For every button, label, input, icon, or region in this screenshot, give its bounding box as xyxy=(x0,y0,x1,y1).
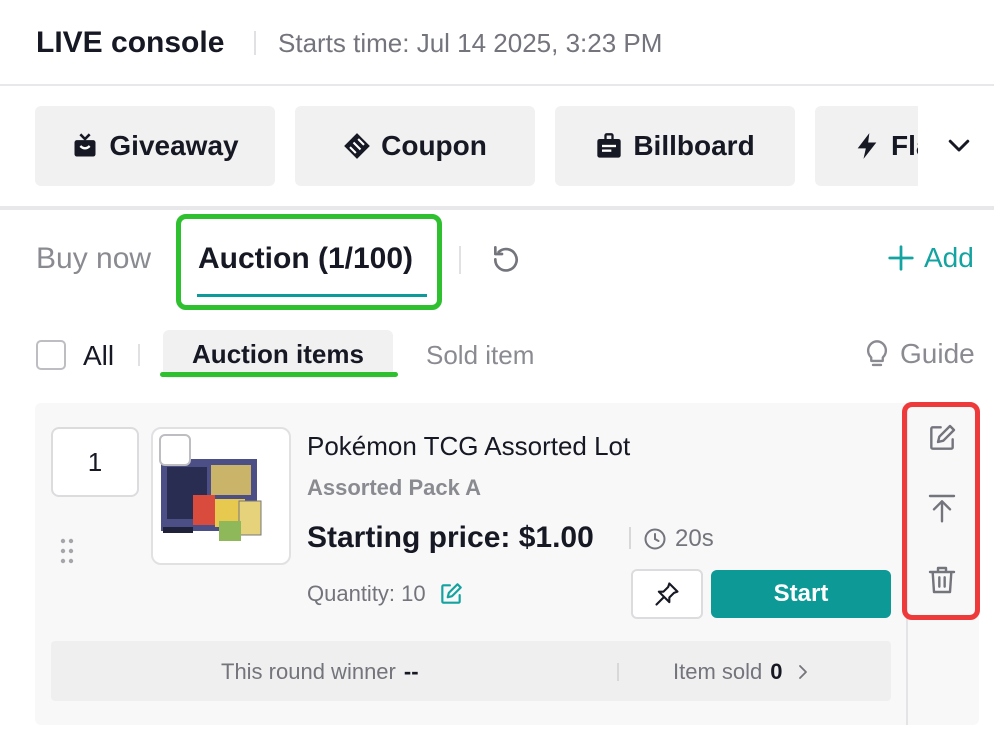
add-label: Add xyxy=(924,242,974,273)
items-sold-label: Item sold xyxy=(673,659,763,684)
select-all-label: All xyxy=(83,340,115,371)
billboard-icon xyxy=(597,133,621,158)
product-tabs: Buy now Auction (1/100) Add xyxy=(0,210,994,310)
highlight-box-auction xyxy=(176,214,442,310)
items-sold-value: 0 xyxy=(770,659,783,684)
chevron-right-icon xyxy=(798,665,807,679)
drag-handle-icon[interactable] xyxy=(59,537,75,565)
tab-buy-now[interactable]: Buy now xyxy=(36,242,151,276)
refresh-icon[interactable] xyxy=(490,242,522,274)
coupon-label: Coupon xyxy=(381,130,487,161)
tab-divider xyxy=(459,246,461,274)
ticket-icon xyxy=(344,133,370,159)
pin-button[interactable] xyxy=(631,569,703,619)
duration-value: 20s xyxy=(675,525,714,552)
highlight-box-actions xyxy=(902,402,980,620)
giveaway-label: Giveaway xyxy=(109,130,239,161)
add-button[interactable]: Add xyxy=(886,242,974,274)
quantity-label: Quantity: 10 xyxy=(307,581,426,606)
header-divider xyxy=(254,31,256,55)
starting-price: Starting price: $1.00 xyxy=(307,521,594,554)
giveaway-button[interactable]: Giveaway xyxy=(35,106,275,186)
round-winner: This round winner -- xyxy=(221,659,419,685)
items-sold-link[interactable]: Item sold 0 xyxy=(673,659,811,685)
edit-quantity-icon[interactable] xyxy=(438,581,464,607)
clock-icon xyxy=(644,528,666,550)
stats-divider xyxy=(617,663,619,681)
start-time: Starts time: Jul 14 2025, 3:23 PM xyxy=(278,28,663,58)
select-all-checkbox[interactable] xyxy=(36,340,66,370)
guide-label: Guide xyxy=(900,338,975,369)
plus-icon xyxy=(888,245,914,271)
subtab-divider xyxy=(138,344,140,366)
gift-icon xyxy=(74,133,96,157)
tools-bar: Giveaway Coupon Billboard Fla xyxy=(0,86,994,210)
tab-sold-item[interactable]: Sold item xyxy=(426,340,534,371)
guide-link[interactable]: Guide xyxy=(864,338,975,370)
auction-item-card: 1 Pokémon TCG Assorted Lot Assorted Pack… xyxy=(35,403,979,725)
auction-duration: 20s xyxy=(643,525,714,553)
start-auction-button[interactable]: Start xyxy=(711,570,891,618)
item-order-input[interactable]: 1 xyxy=(51,427,139,497)
round-winner-value: -- xyxy=(403,659,419,684)
lightbulb-icon xyxy=(866,340,888,367)
coupon-button[interactable]: Coupon xyxy=(295,106,535,186)
tab-auction-items[interactable]: Auction items xyxy=(163,330,393,378)
flash-icon xyxy=(857,133,877,159)
highlight-underline-auction-items xyxy=(160,372,398,377)
auction-subtabs: All Auction items Sold item Guide xyxy=(0,320,994,390)
round-winner-label: This round winner xyxy=(221,659,396,684)
price-divider xyxy=(629,527,631,549)
page-title: LIVE console xyxy=(36,26,225,59)
console-header: LIVE console Starts time: Jul 14 2025, 3… xyxy=(0,0,994,86)
chevron-down-icon[interactable] xyxy=(944,130,974,160)
auction-stats-bar: This round winner -- Item sold 0 xyxy=(51,641,891,701)
billboard-label: Billboard xyxy=(633,130,755,161)
product-name: Pokémon TCG Assorted Lot xyxy=(307,431,631,461)
quantity-row: Quantity: 10 xyxy=(307,581,464,607)
item-checkbox[interactable] xyxy=(159,434,191,466)
product-variant: Assorted Pack A xyxy=(307,475,482,500)
billboard-button[interactable]: Billboard xyxy=(555,106,795,186)
pin-icon xyxy=(655,582,679,606)
